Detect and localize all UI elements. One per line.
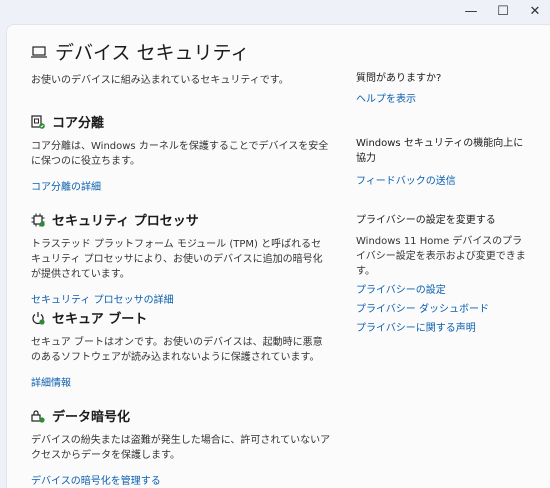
chip-icon <box>31 213 45 227</box>
privacy-dashboard-link[interactable]: プライバシー ダッシュボード <box>356 302 526 317</box>
close-icon: ✕ <box>529 3 541 19</box>
section-description: デバイスの紛失または盗難が発生した場合に、許可されていないアクセスからデータを保… <box>31 435 331 461</box>
core-isolation-icon <box>31 114 45 129</box>
section-title: セキュア ブート <box>52 312 148 327</box>
section-security-processor: セキュリティ プロセッサ トラステッド プラットフォーム モジュール (TPM)… <box>31 210 331 307</box>
section-core-isolation: コア分離 コア分離は、Windows カーネルを保護することでデバイスを安全に保… <box>31 112 331 194</box>
sidebar-feedback: Windows セキュリティの機能向上に協力 フィードバックの送信 <box>356 136 526 189</box>
section-secure-boot: セキュア ブート セキュア ブートはオンです。お使いのデバイスは、起動時に悪意の… <box>31 308 331 390</box>
privacy-heading: プライバシーの設定を変更する <box>356 215 496 226</box>
privacy-statement-link[interactable]: プライバシーに関する声明 <box>356 321 526 336</box>
section-description: トラステッド プラットフォーム モジュール (TPM) と呼ばれるセキュリティ … <box>31 239 323 280</box>
section-title: セキュリティ プロセッサ <box>52 214 199 229</box>
page-title: デバイス セキュリティ <box>55 42 250 64</box>
send-feedback-link[interactable]: フィードバックの送信 <box>356 174 526 189</box>
laptop-icon <box>31 45 47 58</box>
encryption-icon <box>31 409 45 423</box>
manage-device-encryption-link[interactable]: デバイスの暗号化を管理する <box>31 472 161 487</box>
security-processor-details-link[interactable]: セキュリティ プロセッサの詳細 <box>31 291 174 306</box>
section-title: データ暗号化 <box>52 410 131 425</box>
privacy-settings-link[interactable]: プライバシーの設定 <box>356 283 526 298</box>
minimize-button[interactable]: — <box>453 0 489 22</box>
core-isolation-details-link[interactable]: コア分離の詳細 <box>31 178 101 193</box>
sidebar-privacy: プライバシーの設定を変更する Windows 11 Home デバイスのプライバ… <box>356 213 526 336</box>
maximize-button[interactable]: ☐ <box>485 0 521 22</box>
page-header: デバイス セキュリティ <box>31 38 249 65</box>
section-description: セキュア ブートはオンです。お使いのデバイスは、起動時に悪意のあるソフトウェアが… <box>31 337 323 363</box>
section-title: コア分離 <box>52 116 105 131</box>
app-window: — ☐ ✕ デバイス セキュリティ お使いのデバイスに組み込まれているセキュリテ… <box>0 0 550 488</box>
privacy-description: Windows 11 Home デバイスのプライバシー設定を表示および変更できま… <box>356 236 526 277</box>
power-icon <box>32 311 45 325</box>
section-data-encryption: データ暗号化 デバイスの紛失または盗難が発生した場合に、許可されていないアクセス… <box>31 406 331 488</box>
close-button[interactable]: ✕ <box>517 0 550 22</box>
page-subtitle: お使いのデバイスに組み込まれているセキュリティです。 <box>31 75 289 86</box>
maximize-icon: ☐ <box>497 3 509 19</box>
section-description: コア分離は、Windows カーネルを保護することでデバイスを安全に保つのに役立… <box>31 141 329 167</box>
get-help-link[interactable]: ヘルプを表示 <box>356 92 526 107</box>
secure-boot-details-link[interactable]: 詳細情報 <box>31 374 71 389</box>
sidebar-help: 質問がありますか? ヘルプを表示 <box>356 71 526 107</box>
help-heading: 質問がありますか? <box>356 73 442 84</box>
minimize-icon: — <box>464 3 478 19</box>
feedback-heading: Windows セキュリティの機能向上に協力 <box>356 138 524 164</box>
